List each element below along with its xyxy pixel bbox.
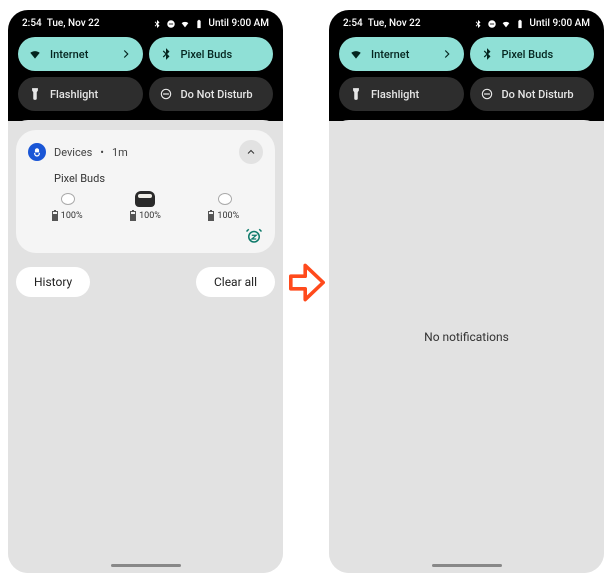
bluetooth-icon <box>152 19 162 29</box>
dnd-status-icon <box>487 19 497 29</box>
clear-all-label: Clear all <box>214 275 257 289</box>
qs-tile-dnd[interactable]: Do Not Disturb <box>149 77 274 111</box>
qs-tile-label: Flashlight <box>50 88 133 101</box>
qs-tile-label: Flashlight <box>371 88 454 101</box>
left-earbud-icon <box>55 191 79 207</box>
qs-tile-label: Pixel Buds <box>502 48 585 61</box>
no-notifications-label: No notifications <box>337 330 596 344</box>
status-date: Tue, Nov 22 <box>47 18 100 29</box>
collapse-button[interactable] <box>239 140 263 164</box>
qs-tile-label: Do Not Disturb <box>181 88 264 101</box>
qs-tile-label: Internet <box>50 48 111 61</box>
notification-age: 1m <box>112 146 128 159</box>
chevron-right-icon <box>440 47 454 61</box>
battery-row: 100% 100% 100% <box>28 191 263 221</box>
snooze-icon[interactable] <box>245 227 263 245</box>
transition-arrow-icon <box>289 260 325 310</box>
gesture-handle[interactable] <box>432 564 502 567</box>
dnd-icon <box>159 87 173 101</box>
status-time: 2:54 <box>343 18 363 29</box>
status-alarm-label: Until 9:00 AM <box>208 18 269 29</box>
bluetooth-icon <box>159 47 173 61</box>
status-date: Tue, Nov 22 <box>368 18 421 29</box>
quick-settings-grid: Internet Pixel Buds Flashlight Do Not Di… <box>337 35 596 113</box>
wifi-icon <box>349 47 363 61</box>
qs-tile-flashlight[interactable]: Flashlight <box>18 77 143 111</box>
left-earbud-status: 100% <box>52 191 83 221</box>
right-earbud-status: 100% <box>208 191 239 221</box>
wifi-icon <box>28 47 42 61</box>
notification-app-name: Devices <box>54 146 92 159</box>
case-status: 100% <box>130 191 161 221</box>
quick-settings-grid: Internet Pixel Buds Flashlight Do Not Di… <box>16 35 275 113</box>
notification-shade: No notifications <box>329 120 604 573</box>
case-icon <box>135 191 155 207</box>
status-bar: 2:54 Tue, Nov 22 Until 9:00 AM <box>337 16 596 35</box>
devices-app-icon <box>28 143 46 161</box>
bluetooth-icon <box>480 47 494 61</box>
bluetooth-icon <box>473 19 483 29</box>
qs-tile-flashlight[interactable]: Flashlight <box>339 77 464 111</box>
quick-settings-panel: 2:54 Tue, Nov 22 Until 9:00 AM Internet … <box>329 10 604 121</box>
battery-icon <box>194 19 204 29</box>
notification-header: Devices • 1m <box>28 140 263 164</box>
notification-shade: Devices • 1m Pixel Buds 100% 100% <box>8 120 283 573</box>
battery-percent: 100% <box>61 211 83 221</box>
qs-tile-dnd[interactable]: Do Not Disturb <box>470 77 595 111</box>
flashlight-icon <box>349 87 363 101</box>
history-label: History <box>34 275 72 289</box>
battery-percent: 100% <box>217 211 239 221</box>
wifi-icon <box>501 19 511 29</box>
dnd-icon <box>480 87 494 101</box>
battery-percent: 100% <box>139 211 161 221</box>
qs-tile-internet[interactable]: Internet <box>18 37 143 71</box>
history-button[interactable]: History <box>16 267 90 297</box>
qs-tile-pixel-buds[interactable]: Pixel Buds <box>149 37 274 71</box>
wifi-icon <box>180 19 190 29</box>
qs-tile-internet[interactable]: Internet <box>339 37 464 71</box>
battery-icon <box>130 211 136 221</box>
status-bar: 2:54 Tue, Nov 22 Until 9:00 AM <box>16 16 275 35</box>
flashlight-icon <box>28 87 42 101</box>
notification-separator: • <box>100 146 104 159</box>
right-earbud-icon <box>212 191 236 207</box>
battery-icon <box>515 19 525 29</box>
battery-icon <box>208 211 214 221</box>
battery-icon <box>52 211 58 221</box>
notification-card-devices[interactable]: Devices • 1m Pixel Buds 100% 100% <box>16 130 275 253</box>
notification-title: Pixel Buds <box>54 172 263 185</box>
qs-tile-pixel-buds[interactable]: Pixel Buds <box>470 37 595 71</box>
dnd-status-icon <box>166 19 176 29</box>
qs-tile-label: Internet <box>371 48 432 61</box>
quick-settings-panel: 2:54 Tue, Nov 22 Until 9:00 AM Internet … <box>8 10 283 121</box>
phone-screen-before: 2:54 Tue, Nov 22 Until 9:00 AM Internet … <box>8 10 283 573</box>
phone-screen-after: 2:54 Tue, Nov 22 Until 9:00 AM Internet … <box>329 10 604 573</box>
gesture-handle[interactable] <box>111 564 181 567</box>
chevron-up-icon <box>245 146 257 158</box>
status-time: 2:54 <box>22 18 42 29</box>
chevron-right-icon <box>119 47 133 61</box>
status-alarm-label: Until 9:00 AM <box>529 18 590 29</box>
qs-tile-label: Do Not Disturb <box>502 88 585 101</box>
qs-tile-label: Pixel Buds <box>181 48 264 61</box>
shade-actions: History Clear all <box>16 267 275 297</box>
clear-all-button[interactable]: Clear all <box>196 267 275 297</box>
